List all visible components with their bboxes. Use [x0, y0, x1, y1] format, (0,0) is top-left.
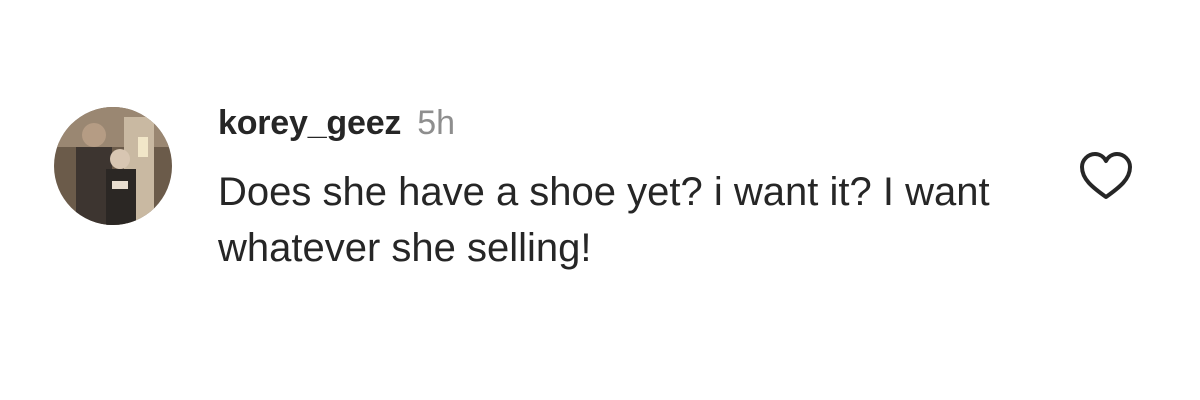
comment-row: korey_geez 5h Does she have a shoe yet? …: [0, 0, 1200, 400]
username-link[interactable]: korey_geez: [218, 104, 401, 143]
comment-header: korey_geez 5h: [218, 104, 455, 143]
profile-photo-icon: [54, 107, 172, 225]
comment-text: Does she have a shoe yet? i want it? I w…: [218, 170, 990, 270]
like-button[interactable]: [1078, 150, 1134, 202]
heart-outline-icon: [1080, 152, 1132, 199]
timestamp[interactable]: 5h: [417, 104, 455, 143]
avatar[interactable]: [54, 107, 172, 225]
